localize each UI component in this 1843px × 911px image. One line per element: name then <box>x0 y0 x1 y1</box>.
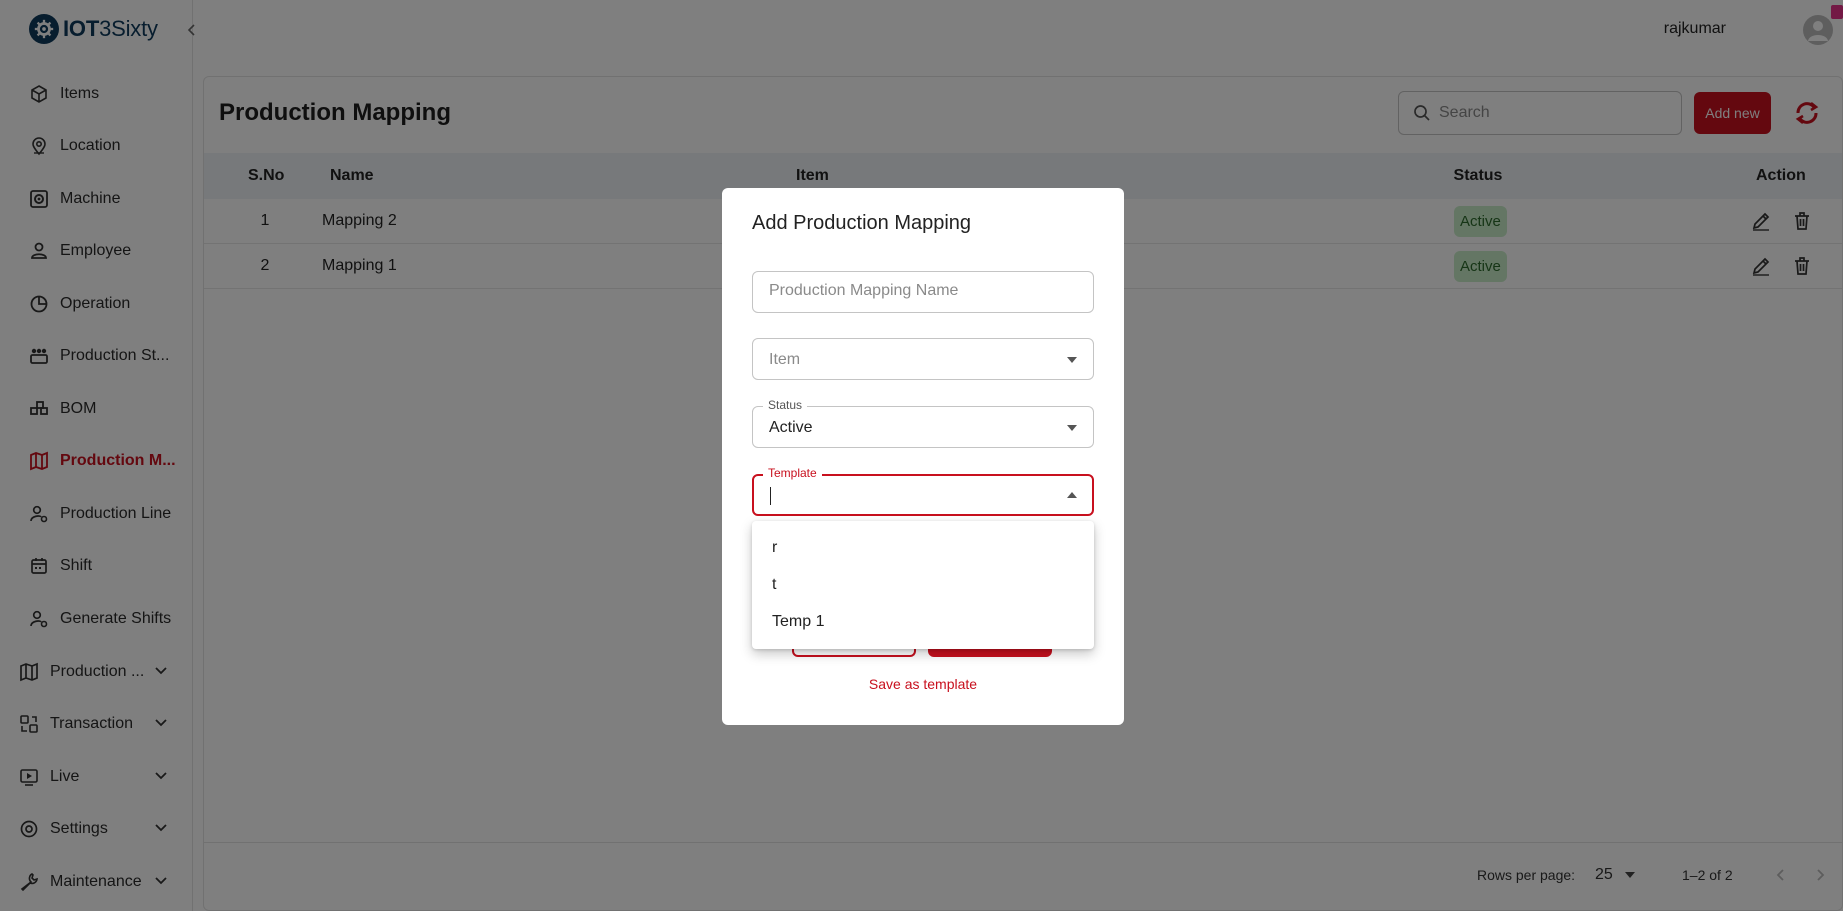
mapping-name-input[interactable] <box>769 282 1069 300</box>
template-options-list: r t Temp 1 <box>752 521 1094 649</box>
template-select[interactable]: Template <box>752 466 1094 516</box>
template-label: Template <box>763 466 822 480</box>
status-select[interactable]: Status Active <box>752 398 1094 448</box>
caret-down-icon <box>1067 425 1077 431</box>
status-label: Status <box>763 398 808 412</box>
text-cursor <box>770 487 771 505</box>
caret-up-icon <box>1067 492 1077 498</box>
dialog-title: Add Production Mapping <box>752 212 972 234</box>
save-as-template-link[interactable]: Save as template <box>722 676 1124 692</box>
template-option[interactable]: t <box>752 566 1094 603</box>
item-select[interactable]: Item <box>752 338 1094 380</box>
item-select-placeholder: Item <box>769 351 801 368</box>
caret-down-icon <box>1067 357 1077 363</box>
mapping-name-field[interactable] <box>752 271 1094 313</box>
template-option[interactable]: Temp 1 <box>752 603 1094 640</box>
template-option[interactable]: r <box>752 529 1094 566</box>
status-value: Active <box>769 419 813 436</box>
